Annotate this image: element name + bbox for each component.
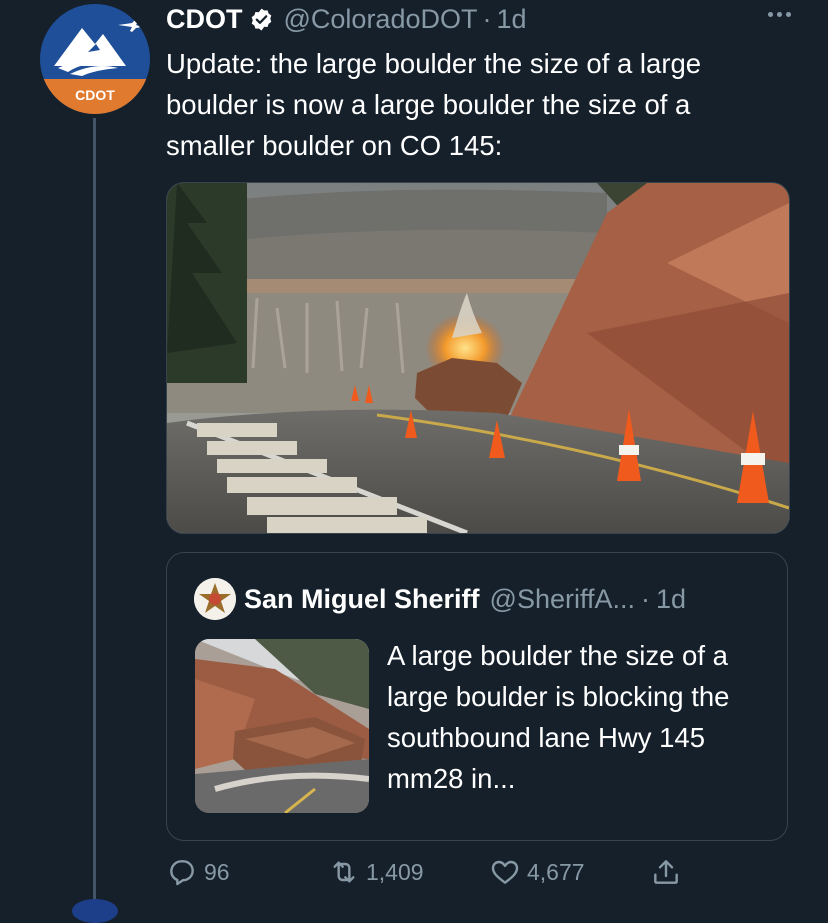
quoted-tweet[interactable]: San Miguel Sheriff @SheriffA... · 1d A l… bbox=[166, 552, 788, 841]
reply-icon bbox=[170, 860, 194, 886]
author-handle[interactable]: @ColoradoDOT bbox=[284, 4, 478, 35]
sheriff-badge-avatar[interactable] bbox=[194, 578, 236, 620]
retweet-icon bbox=[333, 861, 355, 883]
quoted-author-name[interactable]: San Miguel Sheriff bbox=[244, 584, 480, 615]
quoted-tweet-text: A large boulder the size of a large boul… bbox=[387, 640, 730, 794]
tweet-photo[interactable] bbox=[166, 182, 790, 534]
share-icon bbox=[654, 860, 678, 884]
action-bar: 96 1,409 4,677 bbox=[166, 856, 786, 896]
heart-icon bbox=[491, 860, 519, 884]
author-name[interactable]: CDOT bbox=[166, 4, 243, 35]
like-button[interactable]: 4,677 bbox=[489, 856, 585, 888]
thread-line bbox=[93, 118, 96, 908]
sheriff-star-icon bbox=[194, 578, 236, 620]
tweet-header: CDOT @ColoradoDOT · 1d bbox=[166, 2, 527, 36]
quoted-separator: · bbox=[641, 583, 650, 614]
quoted-tweet-header: San Miguel Sheriff @SheriffA... · 1d bbox=[194, 578, 686, 620]
quoted-timestamp[interactable]: 1d bbox=[656, 584, 686, 615]
quoted-photo-thumbnail[interactable] bbox=[195, 639, 369, 813]
cdot-logo-icon: CDOT bbox=[40, 4, 150, 114]
timestamp[interactable]: 1d bbox=[496, 4, 526, 35]
more-options-icon[interactable] bbox=[768, 4, 798, 24]
tweet-text: Update: the large boulder the size of a … bbox=[166, 48, 702, 161]
reply-button[interactable]: 96 bbox=[166, 856, 230, 888]
retweet-button[interactable]: 1,409 bbox=[328, 856, 424, 888]
next-tweet-avatar[interactable] bbox=[72, 899, 118, 923]
svg-text:CDOT: CDOT bbox=[75, 87, 115, 103]
avatar[interactable]: CDOT bbox=[40, 4, 150, 114]
verified-badge-icon bbox=[251, 8, 271, 30]
photo-road-blast-icon bbox=[167, 183, 789, 533]
like-count: 4,677 bbox=[527, 858, 585, 885]
separator: · bbox=[482, 3, 492, 34]
retweet-count: 1,409 bbox=[366, 858, 424, 885]
reply-count: 96 bbox=[204, 858, 230, 885]
boulder-photo-icon bbox=[195, 639, 369, 813]
quoted-author-handle[interactable]: @SheriffA... bbox=[490, 584, 635, 615]
share-button[interactable] bbox=[650, 856, 688, 888]
